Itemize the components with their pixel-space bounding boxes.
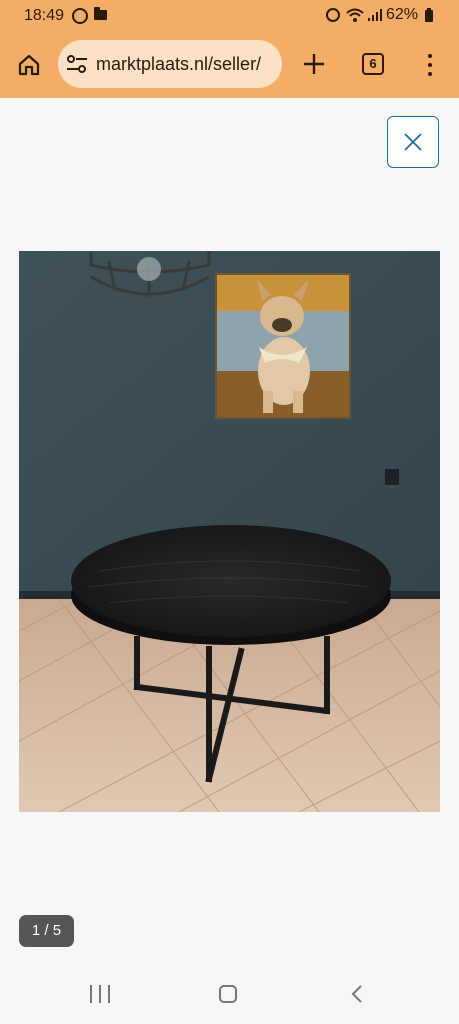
site-settings-icon[interactable] <box>66 54 88 74</box>
back-button[interactable] <box>348 984 366 1004</box>
recent-apps-button[interactable] <box>90 985 110 1003</box>
url-bar[interactable]: marktplaats.nl/seller/ <box>58 40 282 88</box>
url-text[interactable]: marktplaats.nl/seller/ <box>96 54 276 75</box>
more-vert-icon <box>428 54 432 58</box>
more-menu-button[interactable] <box>420 52 440 78</box>
tab-switcher-button[interactable]: 6 <box>362 53 384 75</box>
photo-round-dining-table <box>19 251 440 812</box>
browser-toolbar: marktplaats.nl/seller/ 6 <box>0 32 459 98</box>
new-tab-button[interactable] <box>298 48 330 80</box>
photo-counter: 1 / 5 <box>19 915 74 947</box>
close-button[interactable] <box>387 116 439 168</box>
alarm-icon <box>326 8 340 22</box>
wifi-icon <box>346 8 364 22</box>
battery-icon <box>425 8 433 22</box>
home-icon <box>18 54 40 76</box>
more-vert-dot <box>428 72 432 76</box>
plus-icon <box>304 54 324 74</box>
recent-apps-line <box>99 985 101 1003</box>
folder-icon <box>94 7 107 20</box>
nav-home-button[interactable] <box>219 985 237 1003</box>
signal-icon <box>368 9 382 21</box>
whatsapp-icon <box>72 8 88 24</box>
recent-apps-line <box>108 985 110 1003</box>
more-vert-dot <box>428 63 432 67</box>
status-bar: 18:49 62% <box>0 0 459 32</box>
home-button[interactable] <box>12 48 46 82</box>
android-nav-bar <box>0 968 459 1024</box>
status-time: 18:49 <box>24 7 65 24</box>
close-icon <box>404 133 422 151</box>
product-photo[interactable] <box>19 251 440 812</box>
recent-apps-icon <box>90 985 92 1003</box>
battery-percent: 62% <box>386 6 419 23</box>
